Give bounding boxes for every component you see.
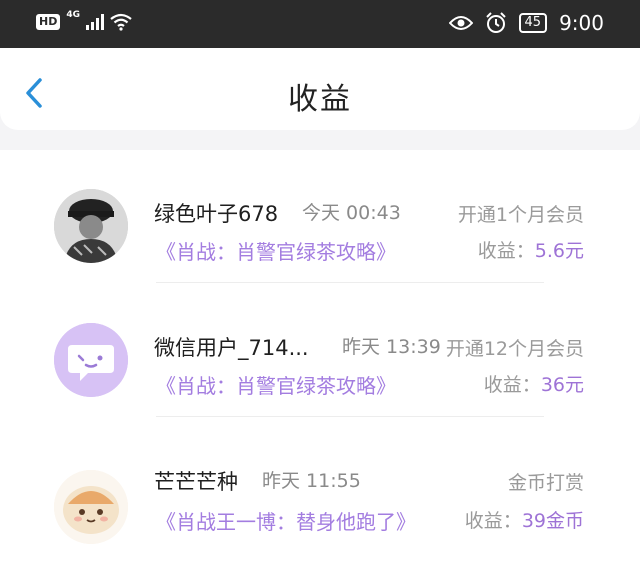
wifi-icon: [110, 13, 132, 31]
timestamp: 昨天 13:39: [342, 336, 441, 358]
earning-value: 39金币: [521, 510, 584, 532]
earning-type: 开通1个月会员: [457, 204, 584, 226]
earning-label: 收益：: [464, 510, 522, 532]
earning-amount: 收益：39金币: [465, 506, 584, 533]
earning-type: 金币打赏: [507, 472, 584, 494]
user-name: 微信用户_714...: [154, 336, 309, 360]
avatar: [54, 189, 128, 263]
network-type: 4G: [66, 10, 80, 20]
earning-label: 收益：: [483, 374, 541, 396]
book-title: 《肖战：肖警官绿茶攻略》: [156, 374, 396, 398]
divider: [156, 416, 544, 417]
status-bar: HD 4G 45 9:00: [0, 0, 640, 48]
alarm-icon: [485, 12, 506, 33]
earning-value: 36元: [540, 374, 584, 396]
divider: [156, 282, 544, 283]
status-left: HD 4G: [36, 10, 132, 31]
book-title: 《肖战：肖警官绿茶攻略》: [156, 240, 396, 264]
earnings-list: 绿色叶子678 今天 00:43 开通1个月会员 《肖战：肖警官绿茶攻略》 收益…: [0, 150, 640, 578]
avatar: [54, 470, 128, 544]
nav-header: 收益: [0, 48, 640, 130]
earning-label: 收益：: [477, 240, 535, 262]
earning-amount: 收益：5.6元: [478, 236, 584, 263]
eye-icon: [448, 16, 473, 30]
earning-amount: 收益：36元: [484, 370, 584, 397]
battery-icon: 45: [518, 13, 548, 33]
earning-type: 开通12个月会员: [445, 338, 584, 360]
list-item[interactable]: 芒芒芒种 昨天 11:55 金币打赏 《肖战王一博：替身他跑了》 收益：39金币: [0, 418, 640, 552]
user-name: 绿色叶子678: [154, 202, 279, 226]
hd-badge: HD: [36, 14, 61, 30]
timestamp: 昨天 11:55: [262, 470, 361, 492]
timestamp: 今天 00:43: [302, 202, 401, 224]
list-item[interactable]: 绿色叶子678 今天 00:43 开通1个月会员 《肖战：肖警官绿茶攻略》 收益…: [0, 150, 640, 284]
page-title: 收益: [288, 82, 352, 117]
wechat-bubble-icon: [54, 323, 128, 397]
avatar: [54, 323, 128, 397]
status-right: 45 9:00: [448, 11, 604, 35]
book-title: 《肖战王一博：替身他跑了》: [156, 510, 416, 534]
earning-value: 5.6元: [534, 240, 584, 262]
signal-icon: [86, 14, 104, 30]
clock-time: 9:00: [559, 11, 604, 35]
list-item[interactable]: 微信用户_714... 昨天 13:39 开通12个月会员 《肖战：肖警官绿茶攻…: [0, 284, 640, 418]
user-name: 芒芒芒种: [154, 470, 238, 494]
